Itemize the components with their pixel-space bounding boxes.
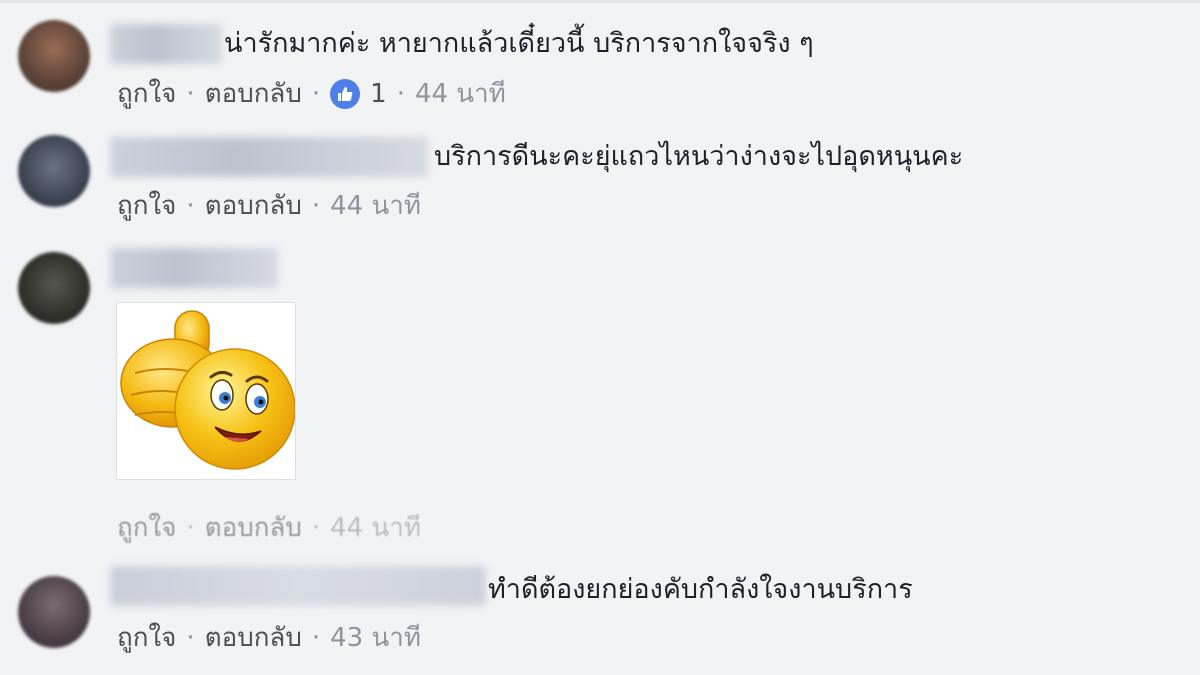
top-divider <box>0 0 1200 3</box>
separator: · <box>186 79 195 109</box>
comment-actions: ถูกใจ · ตอบกลับ · 43 นาที <box>117 620 421 656</box>
separator: · <box>186 191 195 221</box>
timestamp[interactable]: 44 นาที <box>415 76 506 112</box>
avatar[interactable] <box>18 252 90 324</box>
thumbs-up-icon[interactable] <box>330 79 361 109</box>
separator: · <box>311 79 321 109</box>
separator: · <box>186 513 195 543</box>
comment-text: ทำดีต้องยกย่องคับกำลังใจงานบริการ <box>488 574 913 605</box>
reaction-count[interactable]: 1 <box>370 76 387 112</box>
separator: · <box>311 191 321 221</box>
reply-link[interactable]: ตอบกลับ <box>205 76 302 112</box>
timestamp[interactable]: 43 นาที <box>330 620 421 656</box>
avatar[interactable] <box>18 135 90 207</box>
avatar[interactable] <box>18 20 90 92</box>
avatar[interactable] <box>18 576 90 648</box>
comment-actions: ถูกใจ · ตอบกลับ · 1 · 44 นาที <box>117 76 506 112</box>
separator: · <box>311 513 321 543</box>
commenter-name-blurred[interactable] <box>110 248 278 288</box>
reply-link[interactable]: ตอบกลับ <box>205 510 302 546</box>
comment-actions: ถูกใจ · ตอบกลับ · 44 นาที <box>117 510 421 546</box>
commenter-name-blurred[interactable] <box>110 566 486 606</box>
timestamp[interactable]: 44 นาที <box>330 510 421 546</box>
thumbs-up-smiley-icon <box>120 310 296 470</box>
like-link[interactable]: ถูกใจ <box>117 188 176 224</box>
sticker-thumbs-up-smiley[interactable] <box>116 302 296 480</box>
comment-text: บริการดีนะคะยุ่แถวไหนว่าง่างจะไปอุดหนุนค… <box>434 141 964 172</box>
commenter-name-blurred[interactable] <box>110 24 222 64</box>
separator: · <box>396 79 405 109</box>
commenter-name-blurred[interactable] <box>110 137 428 177</box>
like-link[interactable]: ถูกใจ <box>117 76 176 112</box>
separator: · <box>186 623 195 653</box>
comment-actions: ถูกใจ · ตอบกลับ · 44 นาที <box>117 188 421 224</box>
reply-link[interactable]: ตอบกลับ <box>205 188 302 224</box>
comment-text: น่ารักมากค่ะ หายากแล้วเดี๋ยวนี้ บริการจา… <box>224 28 814 59</box>
reply-link[interactable]: ตอบกลับ <box>205 620 302 656</box>
like-link[interactable]: ถูกใจ <box>117 510 176 546</box>
like-link[interactable]: ถูกใจ <box>117 620 176 656</box>
separator: · <box>311 623 321 653</box>
timestamp[interactable]: 44 นาที <box>330 188 421 224</box>
